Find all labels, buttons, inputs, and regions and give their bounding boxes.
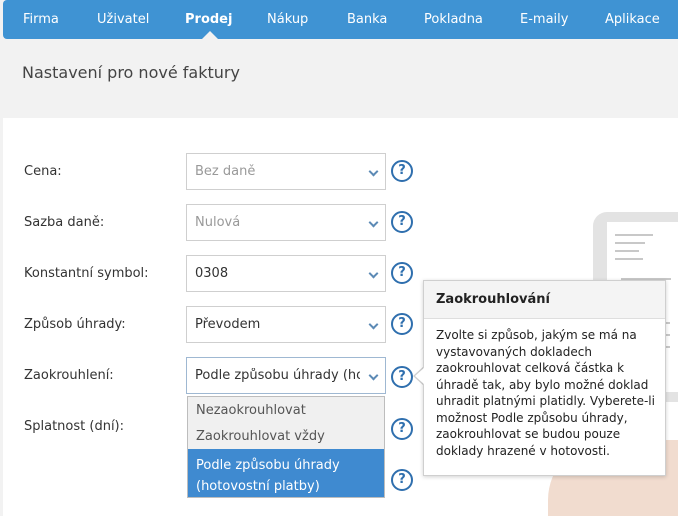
help-icon-sazba-dane[interactable]: ? xyxy=(391,211,413,233)
tooltip-line: uhradit platnými platidly. Vyberete-li xyxy=(436,394,655,408)
nav-item-pokladna[interactable]: Pokladna xyxy=(424,12,483,27)
help-tooltip: Zaokrouhlování Zvolte si způsob, jakým s… xyxy=(423,280,666,476)
page-title: Nastavení pro nové faktury xyxy=(22,63,240,82)
konstantni-symbol-select[interactable]: 0308 xyxy=(186,255,386,292)
help-icon-zaokrouhleni[interactable]: ? xyxy=(391,366,413,388)
tooltip-arrow-inner xyxy=(415,367,425,385)
nav-item-banka[interactable]: Banka xyxy=(347,12,387,27)
tooltip-body: Zvolte si způsob, jakým se má na vystavo… xyxy=(424,319,665,459)
chevron-down-icon xyxy=(368,370,379,381)
cena-select-value: Bez daně xyxy=(195,164,256,179)
help-icon-konstantni-symbol[interactable]: ? xyxy=(391,262,413,284)
sazba-dane-select-value: Nulová xyxy=(195,215,241,230)
nav-item-nakup[interactable]: Nákup xyxy=(267,12,308,27)
sazba-dane-select[interactable]: Nulová xyxy=(186,204,386,241)
nav-item-emaily[interactable]: E-maily xyxy=(520,12,568,27)
field-label-cena: Cena: xyxy=(24,164,62,179)
nav-item-firma[interactable]: Firma xyxy=(23,12,59,27)
dropdown-option-line: Podle způsobu úhrady xyxy=(196,458,340,473)
tooltip-line: doklady hrazené v hotovosti. xyxy=(436,443,610,458)
tooltip-line: Zvolte si způsob, jakým se má na xyxy=(436,328,637,342)
cena-select[interactable]: Bez daně xyxy=(186,153,386,190)
zaokrouhleni-select-value: Podle způsobu úhrady (hotovostní platby) xyxy=(195,368,360,383)
nav-item-aplikace[interactable]: Aplikace xyxy=(605,12,660,27)
field-label-splatnost: Splatnost (dní): xyxy=(24,419,125,434)
field-label-zaokrouhleni: Zaokrouhlení: xyxy=(24,368,114,383)
dropdown-option-zaokrouhlovat-vzdy[interactable]: Zaokrouhlovat vždy xyxy=(188,429,384,444)
chevron-down-icon xyxy=(368,319,379,330)
help-icon-extra[interactable]: ? xyxy=(391,469,413,491)
help-icon-cena[interactable]: ? xyxy=(391,160,413,182)
nav-item-prodej[interactable]: Prodej xyxy=(185,12,232,27)
dropdown-option-nezaokrouhlovat[interactable]: Nezaokrouhlovat xyxy=(188,403,384,418)
dropdown-option-podle-zpusobu-uhrady[interactable]: Podle způsobu úhrady (hotovostní platby) xyxy=(188,449,384,497)
chevron-down-icon xyxy=(368,268,379,279)
zaokrouhleni-dropdown-list: Nezaokrouhlovat Zaokrouhlovat vždy Podle… xyxy=(187,396,385,498)
top-navigation: Firma Uživatel Prodej Nákup Banka Poklad… xyxy=(3,0,678,39)
zaokrouhleni-select[interactable]: Podle způsobu úhrady (hotovostní platby) xyxy=(186,357,386,394)
field-label-zpusob-uhrady: Způsob úhrady: xyxy=(24,317,126,332)
active-tab-indicator xyxy=(202,31,218,39)
chevron-down-icon xyxy=(368,217,379,228)
zpusob-uhrady-select[interactable]: Převodem xyxy=(186,306,386,343)
nav-item-uzivatel[interactable]: Uživatel xyxy=(97,12,149,27)
help-icon-zpusob-uhrady[interactable]: ? xyxy=(391,313,413,335)
tooltip-line: úhradě tak, aby bylo možné doklad xyxy=(436,377,649,392)
tooltip-title: Zaokrouhlování xyxy=(424,281,665,319)
tooltip-line: vystavovaných dokladech xyxy=(436,344,592,359)
help-icon-splatnost[interactable]: ? xyxy=(391,418,413,440)
dropdown-option-line: (hotovostní platby) xyxy=(196,479,320,494)
tooltip-line: zaokrouhlovat se budou pouze xyxy=(436,427,621,441)
tooltip-line: zaokrouhlovat celková částka k xyxy=(436,361,625,375)
field-label-sazba-dane: Sazba daně: xyxy=(24,215,105,230)
zpusob-uhrady-select-value: Převodem xyxy=(195,317,261,332)
konstantni-symbol-select-value: 0308 xyxy=(195,266,229,281)
chevron-down-icon xyxy=(368,166,379,177)
tooltip-line: možnost Podle způsobu úhrady, xyxy=(436,410,628,425)
field-label-konstantni-symbol: Konstantní symbol: xyxy=(24,266,149,281)
